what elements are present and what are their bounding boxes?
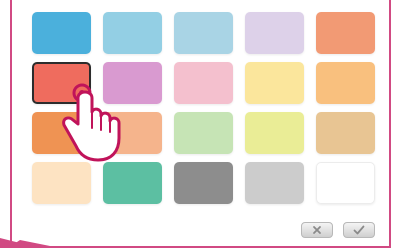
color-swatch-r3c4[interactable] [245, 112, 304, 154]
corner-accent-mark [0, 238, 60, 248]
cancel-button[interactable] [301, 222, 333, 238]
color-swatch-r3c3[interactable] [174, 112, 233, 154]
color-swatch-r4c2[interactable] [103, 162, 162, 204]
color-swatch-r3c5[interactable] [316, 112, 375, 154]
color-swatch-r2c4[interactable] [245, 62, 304, 104]
color-swatch-r1c1[interactable] [32, 12, 91, 54]
color-swatch-r4c5[interactable] [316, 162, 375, 204]
color-swatch-r2c5[interactable] [316, 62, 375, 104]
color-swatch-r1c5[interactable] [316, 12, 375, 54]
color-swatch-r1c3[interactable] [174, 12, 233, 54]
dialog-actions [301, 222, 375, 238]
color-swatch-r4c3[interactable] [174, 162, 233, 204]
check-icon [353, 225, 365, 235]
confirm-button[interactable] [343, 222, 375, 238]
color-swatch-r1c4[interactable] [245, 12, 304, 54]
color-swatch-r2c3[interactable] [174, 62, 233, 104]
close-icon [313, 226, 321, 234]
color-swatch-r4c1[interactable] [32, 162, 91, 204]
hand-pointer-icon [62, 83, 121, 162]
color-swatch-r4c4[interactable] [245, 162, 304, 204]
color-swatch-r1c2[interactable] [103, 12, 162, 54]
